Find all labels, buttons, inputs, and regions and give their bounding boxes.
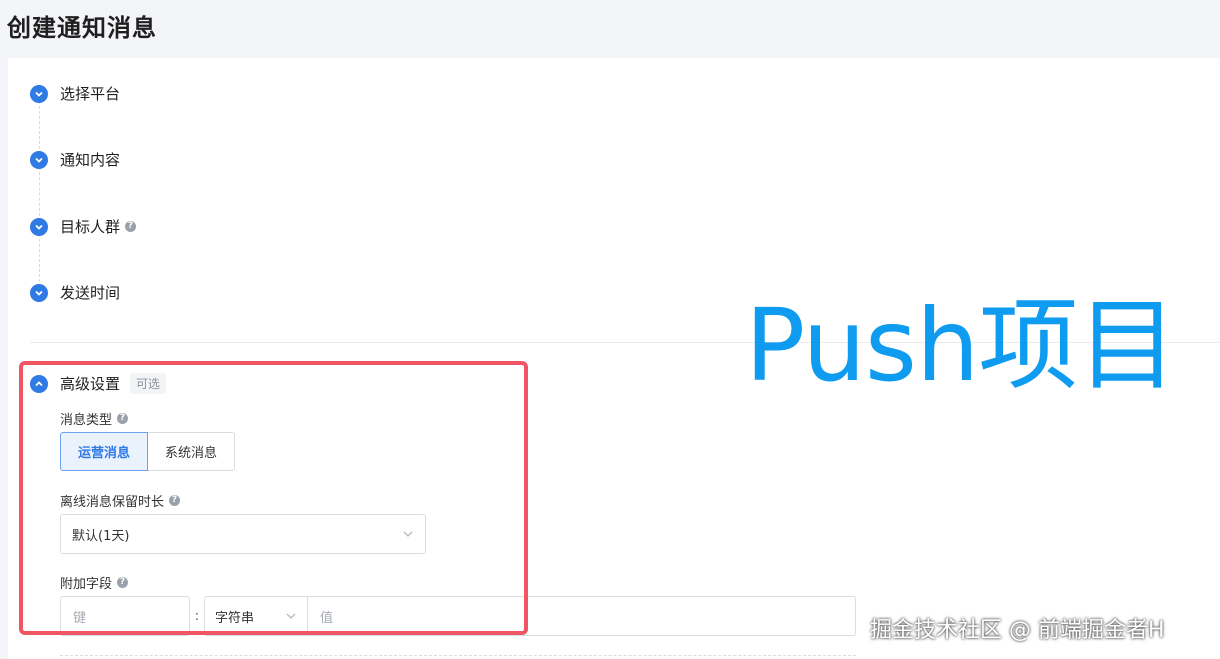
highlight-box bbox=[19, 361, 528, 635]
step-connector bbox=[39, 101, 40, 149]
step-label: 通知内容 bbox=[60, 151, 121, 169]
step-target-audience[interactable]: 目标人群 ? bbox=[30, 216, 137, 237]
step-select-platform[interactable]: 选择平台 bbox=[30, 83, 120, 104]
page-title: 创建通知消息 bbox=[7, 14, 157, 42]
chevron-down-icon bbox=[30, 150, 48, 169]
step-label: 发送时间 bbox=[60, 284, 121, 302]
chevron-down-icon bbox=[30, 217, 48, 236]
watermark: 掘金技术社区 @ 前端掘金者H bbox=[870, 618, 1165, 643]
step-notification-content[interactable]: 通知内容 bbox=[30, 149, 120, 170]
row-divider bbox=[60, 655, 856, 656]
step-connector bbox=[39, 167, 40, 216]
question-icon[interactable]: ? bbox=[125, 221, 137, 232]
step-connector bbox=[39, 234, 40, 282]
step-label: 目标人群 bbox=[60, 218, 121, 236]
chevron-down-icon bbox=[30, 283, 48, 302]
step-send-time[interactable]: 发送时间 bbox=[30, 282, 120, 303]
overlay-caption: Push项目 bbox=[745, 287, 1177, 404]
chevron-down-icon bbox=[30, 84, 48, 103]
step-label: 选择平台 bbox=[60, 85, 121, 103]
